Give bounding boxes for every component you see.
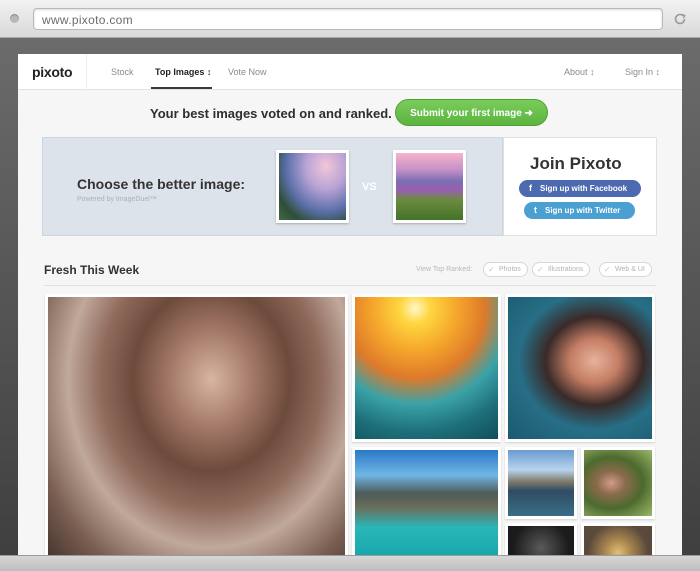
join-title: Join Pixoto — [530, 154, 622, 173]
hero-headline: Your best images voted on and ranked. — [150, 106, 392, 121]
featured-image-tile[interactable] — [45, 294, 348, 555]
coastal-rock-photo — [279, 153, 346, 220]
fresh-section-title: Fresh This Week — [44, 263, 140, 277]
woman-portrait-photo — [508, 297, 652, 439]
nav-about[interactable]: About ↕ — [564, 67, 595, 77]
nav-active-indicator — [151, 87, 212, 89]
duel-title: Choose the better image: — [77, 176, 246, 192]
brass-instrument-photo — [584, 526, 652, 555]
dark-still-photo — [508, 526, 574, 555]
address-bar[interactable]: www.pixoto.com — [33, 8, 663, 30]
lupine-field-photo — [396, 153, 463, 220]
duel-image-left[interactable] — [276, 150, 349, 223]
image-tile[interactable] — [505, 294, 655, 442]
filter-web-ui[interactable]: Web & UI — [599, 262, 652, 277]
tropical-beach-photo — [355, 450, 498, 555]
view-top-ranked-label: View Top Ranked: — [416, 266, 473, 273]
image-tile[interactable] — [505, 447, 577, 519]
nav-stock[interactable]: Stock — [111, 67, 134, 77]
image-tile[interactable] — [581, 447, 655, 519]
browser-bottom-bar — [0, 555, 700, 571]
child-outdoors-photo — [584, 450, 652, 516]
twitter-signup-label: Sign up with Twitter — [545, 206, 621, 215]
surfer-sunset-photo — [355, 297, 498, 439]
versus-label: VS — [362, 181, 377, 193]
nav-top-images[interactable]: Top Images ↕ — [155, 67, 211, 77]
nav-sign-in[interactable]: Sign In ↕ — [625, 67, 660, 77]
filter-photos[interactable]: Photos — [483, 262, 528, 277]
nav-divider — [86, 54, 87, 90]
nav-vote-now[interactable]: Vote Now — [228, 67, 267, 77]
image-tile[interactable] — [505, 523, 577, 555]
twitter-signup-button[interactable]: t Sign up with Twitter — [524, 202, 635, 219]
image-tile[interactable] — [352, 447, 501, 555]
window-dot — [10, 14, 19, 23]
image-tile[interactable] — [581, 523, 655, 555]
submit-image-button[interactable]: Submit your first image ➜ — [395, 99, 548, 126]
page: pixoto Stock Top Images ↕ Vote Now About… — [18, 54, 682, 555]
image-tile[interactable] — [352, 294, 501, 442]
mountain-lake-photo — [508, 450, 574, 516]
facebook-signup-button[interactable]: f Sign up with Facebook — [519, 180, 641, 197]
filter-illustrations[interactable]: Illustrations — [532, 262, 591, 277]
section-divider — [44, 285, 656, 286]
cellist-woman-photo — [48, 297, 345, 555]
facebook-signup-label: Sign up with Facebook — [540, 184, 628, 193]
top-nav: pixoto Stock Top Images ↕ Vote Now About… — [18, 54, 682, 90]
duel-powered-by: Powered by ImageDuel™ — [77, 196, 157, 203]
duel-image-right[interactable] — [393, 150, 466, 223]
image-duel-panel: Choose the better image: Powered by Imag… — [42, 137, 503, 236]
twitter-icon: t — [534, 205, 537, 215]
reload-icon[interactable] — [673, 12, 687, 26]
browser-chrome: www.pixoto.com — [0, 0, 700, 38]
join-panel: Join Pixoto f Sign up with Facebook t Sign… — [503, 137, 657, 236]
pixoto-logo[interactable]: pixoto — [32, 64, 73, 80]
facebook-icon: f — [529, 183, 532, 193]
